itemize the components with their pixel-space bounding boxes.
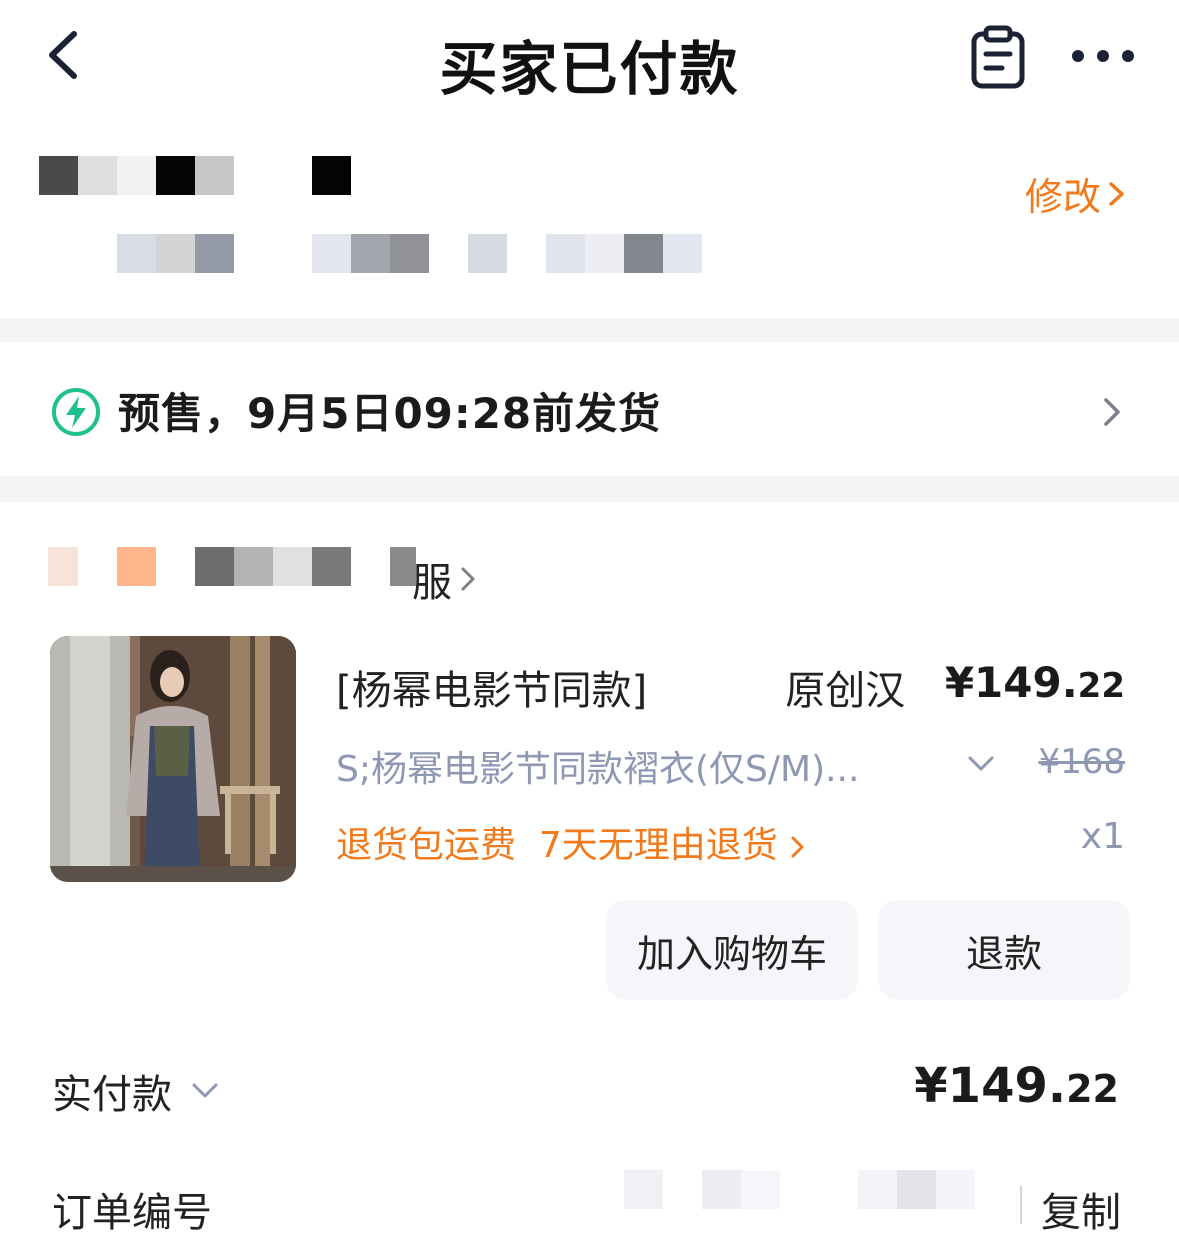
chevron-right-icon — [1104, 398, 1120, 426]
shipping-address-card[interactable]: 修改 — [0, 128, 1179, 318]
product-quantity: x1 — [1080, 816, 1125, 857]
section-divider — [0, 318, 1179, 342]
original-price: ¥168 — [1038, 742, 1125, 782]
product-price: ¥149.22 — [945, 658, 1125, 707]
product-price-decimal: 22 — [1077, 666, 1125, 706]
divider — [1020, 1186, 1022, 1224]
modify-address-button[interactable]: 修改 — [1025, 166, 1127, 221]
copy-order-number-button[interactable]: 复制 — [1041, 1180, 1121, 1238]
product-image[interactable] — [50, 636, 296, 882]
chevron-right-icon — [461, 567, 475, 591]
refund-button[interactable]: 退款 — [878, 900, 1130, 1000]
paid-amount-main: ¥149. — [914, 1058, 1067, 1114]
product-title[interactable]: [杨幂电影节同款] 原创汉 — [336, 658, 956, 716]
product-title-tail: 原创汉 — [785, 668, 906, 714]
product-price-main: ¥149. — [944, 658, 1078, 707]
chevron-down-icon[interactable] — [966, 752, 996, 776]
product-title-text: [杨幂电影节同款] — [336, 668, 648, 714]
chevron-right-icon — [1109, 181, 1124, 206]
paid-amount-decimal: 22 — [1066, 1067, 1119, 1111]
modify-label: 修改 — [1024, 175, 1101, 219]
chevron-right-icon — [791, 836, 804, 858]
add-to-cart-button[interactable]: 加入购物车 — [606, 900, 858, 1000]
section-divider — [0, 476, 1179, 502]
store-row[interactable]: 服 — [0, 520, 1179, 620]
product-sku[interactable]: S;杨幂电影节同款褶衣(仅S/M)... — [336, 740, 859, 792]
lightning-icon — [52, 388, 100, 436]
paid-amount: ¥149.22 — [914, 1058, 1119, 1114]
paid-amount-toggle[interactable]: 实付款 — [52, 1062, 220, 1120]
store-name[interactable]: 服 — [412, 550, 478, 608]
clipboard-icon[interactable] — [966, 24, 1030, 90]
chevron-down-icon — [192, 1083, 218, 1098]
order-number-label: 订单编号 — [52, 1190, 212, 1236]
more-dots-icon[interactable] — [1068, 36, 1138, 76]
store-name-suffix: 服 — [412, 560, 452, 606]
top-nav-bar: 买家已付款 — [0, 0, 1179, 118]
presale-text: 预售，9月5日09:28前发货 — [118, 389, 662, 438]
paid-label: 实付款 — [52, 1072, 172, 1118]
service-tags[interactable]: 退货包运费 7天无理由退货 — [336, 816, 807, 868]
service-tags-text: 退货包运费 7天无理由退货 — [336, 825, 778, 866]
presale-shipping-row[interactable]: 预售，9月5日09:28前发货 — [0, 342, 1179, 476]
